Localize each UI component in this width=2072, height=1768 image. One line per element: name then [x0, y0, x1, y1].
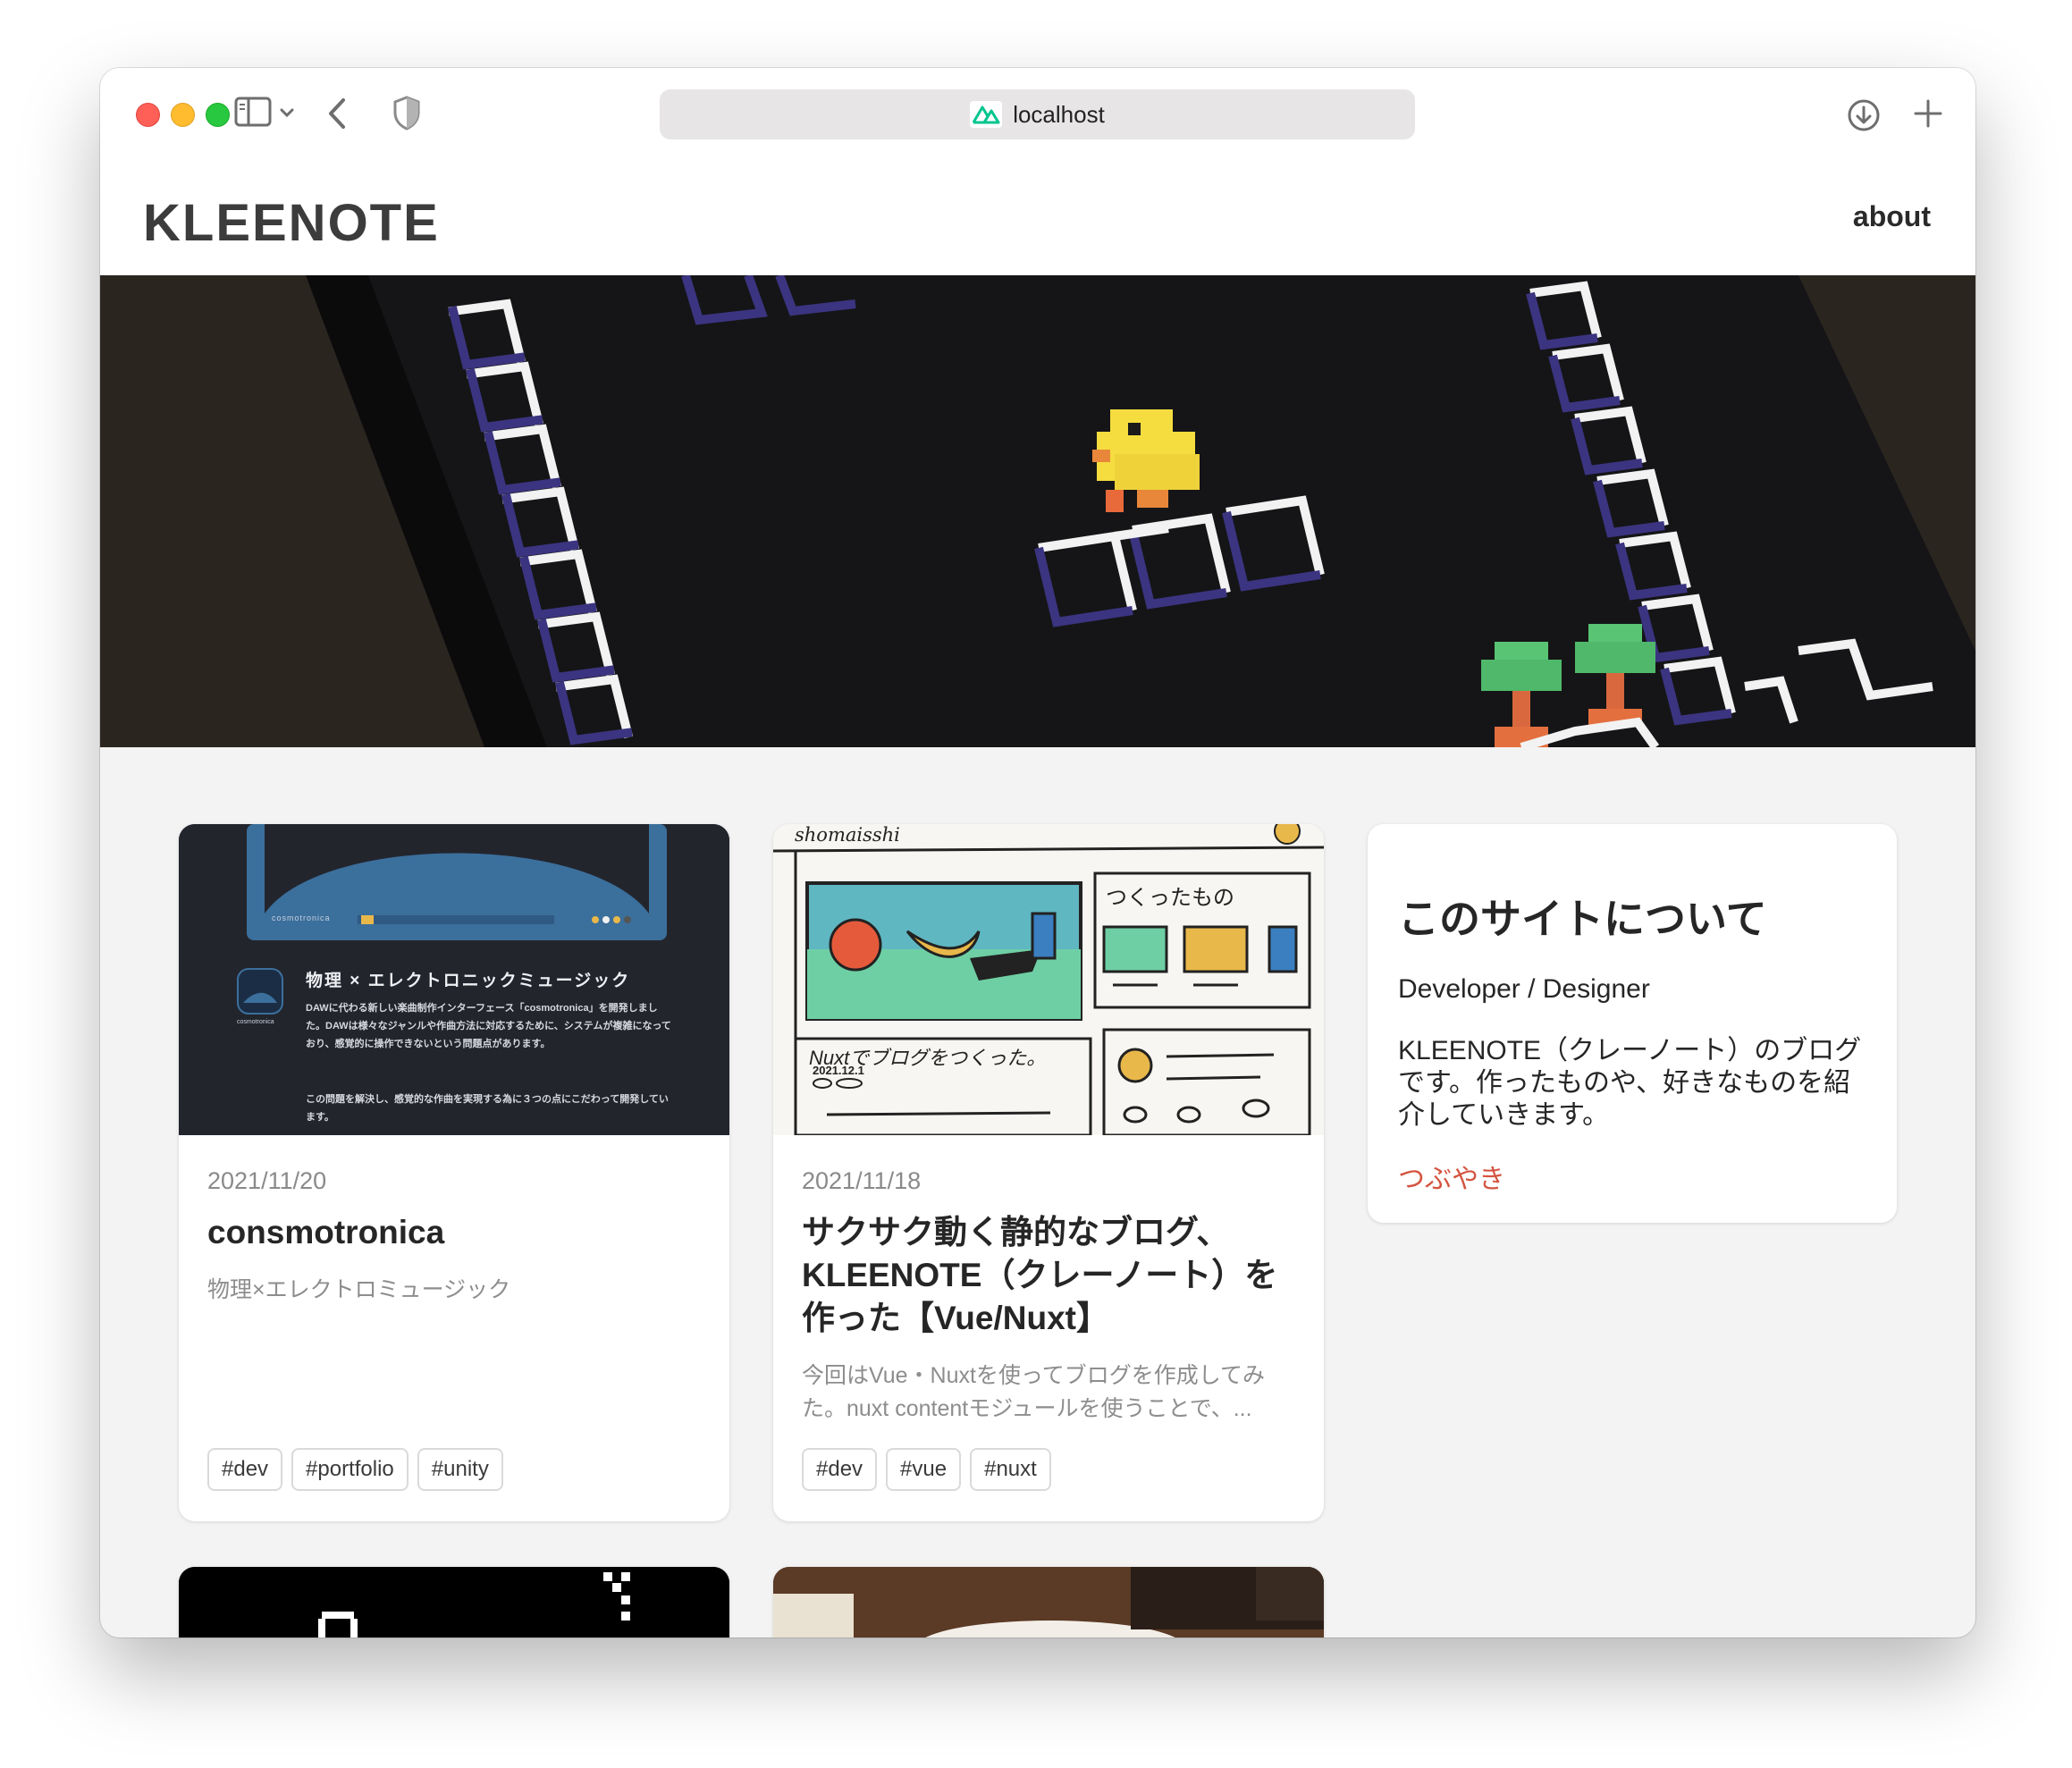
- chevron-down-icon[interactable]: [279, 107, 295, 118]
- thumb-heading: 物理 × エレクトロニックミュージック: [306, 972, 631, 990]
- about-card: このサイトについて Developer / Designer KLEENOTE（…: [1368, 824, 1897, 1223]
- post-date: 2021/11/20: [207, 1167, 327, 1194]
- thumb-paragraph: この問題を解決し、感覚的な作曲を実現する為に３つの点にこだわって開発しています。: [306, 1094, 669, 1123]
- thumb-author: shomaisshi: [795, 824, 900, 846]
- privacy-shield-icon[interactable]: [392, 95, 422, 130]
- post-title[interactable]: consmotronica: [207, 1211, 701, 1254]
- hero-image: [100, 275, 1975, 747]
- tsubuyaki-link[interactable]: つぶやき: [1398, 1157, 1505, 1196]
- browser-window: localhost KLEENOTE about cosmotronica co…: [100, 68, 1975, 1638]
- site-logo[interactable]: KLEENOTE: [143, 193, 440, 253]
- new-tab-plus-icon[interactable]: [1913, 98, 1943, 129]
- nuxt-logo-icon: [970, 101, 1003, 128]
- address-bar[interactable]: localhost: [660, 89, 1415, 139]
- tag-dev[interactable]: #dev: [207, 1448, 283, 1491]
- post-thumbnail[interactable]: shomaisshi つくったもの Nuxtでブログをつくった。 2021.12…: [773, 824, 1324, 1135]
- post-excerpt: 物理×エレクトロミュージック: [207, 1277, 511, 1302]
- post-card[interactable]: [179, 1567, 729, 1638]
- about-description: KLEENOTE（クレーノート）のブログです。作ったものや、好きなものを紹介して…: [1398, 1036, 1862, 1130]
- post-card[interactable]: [773, 1567, 1324, 1638]
- tag-nuxt[interactable]: #nuxt: [970, 1448, 1051, 1491]
- post-body: 2021/11/18 サクサク動く静的なブログ、KLEENOTE（クレーノート）…: [802, 1135, 1295, 1426]
- nav-about-link[interactable]: about: [1853, 200, 1931, 233]
- sketch-illustration: [773, 824, 1324, 1135]
- url-text: localhost: [1013, 100, 1105, 128]
- thumb-label: つくったもの: [1106, 886, 1234, 910]
- post-card[interactable]: cosmotronica cosmotronica 物理 × エレクトロニックミ…: [179, 824, 729, 1521]
- hero-pixel-art: [100, 275, 1975, 747]
- thumb-label: 2021.12.1: [813, 1064, 864, 1077]
- post-date: 2021/11/18: [802, 1167, 922, 1194]
- about-role: Developer / Designer: [1398, 974, 1650, 1004]
- download-icon[interactable]: [1847, 98, 1881, 132]
- minimize-window-button[interactable]: [171, 103, 195, 127]
- zoom-window-button[interactable]: [206, 103, 230, 127]
- post-tags: #dev #portfolio #unity: [207, 1448, 503, 1491]
- post-card[interactable]: shomaisshi つくったもの Nuxtでブログをつくった。 2021.12…: [773, 824, 1324, 1521]
- post-body: 2021/11/20 consmotronica 物理×エレクトロミュージック: [207, 1135, 701, 1307]
- about-title: このサイトについて: [1398, 896, 1767, 942]
- post-thumbnail[interactable]: [179, 1567, 729, 1638]
- post-excerpt: 今回はVue・Nuxtを使ってブログを作成してみた。nuxt contentモジ…: [802, 1363, 1265, 1421]
- post-title[interactable]: サクサク動く静的なブログ、KLEENOTE（クレーノート）を作った【Vue/Nu…: [802, 1211, 1295, 1340]
- tag-portfolio[interactable]: #portfolio: [291, 1448, 409, 1491]
- tag-vue[interactable]: #vue: [886, 1448, 962, 1491]
- close-window-button[interactable]: [136, 103, 160, 127]
- thumb-icon-caption: cosmotronica: [237, 1019, 274, 1025]
- post-tags: #dev #vue #nuxt: [802, 1448, 1051, 1491]
- thumb-paragraph: DAWに代わる新しい楽曲制作インターフェース「cosmotronica」を開発し…: [306, 1003, 671, 1049]
- thumb-app-name: cosmotronica: [272, 913, 331, 922]
- browser-toolbar: localhost: [100, 68, 1975, 161]
- back-arrow-icon[interactable]: [327, 97, 349, 130]
- tag-dev[interactable]: #dev: [802, 1448, 878, 1491]
- sidebar-toggle-icon[interactable]: [234, 95, 274, 130]
- tag-unity[interactable]: #unity: [417, 1448, 503, 1491]
- post-thumbnail[interactable]: [773, 1567, 1324, 1638]
- post-thumbnail[interactable]: cosmotronica cosmotronica 物理 × エレクトロニックミ…: [179, 824, 729, 1135]
